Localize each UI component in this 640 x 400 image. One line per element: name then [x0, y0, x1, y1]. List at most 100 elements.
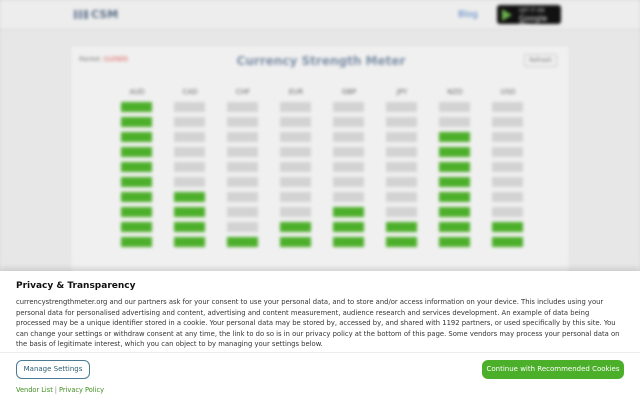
refresh-button[interactable]: Refresh — [524, 54, 557, 67]
strength-bar-segment — [386, 147, 417, 157]
strength-bar-segment — [280, 222, 311, 232]
consent-dialog: Privacy & Transparency currencystrengthm… — [0, 271, 640, 400]
strength-bar-segment — [280, 237, 311, 247]
strength-bar-segment — [121, 207, 152, 217]
continue-recommended-cookies-button[interactable]: Continue with Recommended Cookies — [482, 360, 624, 379]
strength-bar-segment — [280, 162, 311, 172]
strength-bar-segment — [174, 162, 205, 172]
strength-bar-segment — [333, 162, 364, 172]
link-separator: | — [54, 386, 58, 394]
strength-bar-segment — [333, 117, 364, 127]
strength-bar-segment — [492, 207, 523, 217]
strength-bar-segment — [227, 237, 258, 247]
strength-bar-segment — [174, 222, 205, 232]
strength-bar-segment — [121, 162, 152, 172]
strength-bar-segment — [386, 117, 417, 127]
strength-bar-segment — [492, 117, 523, 127]
google-play-big-text: Google Play — [519, 14, 548, 30]
strength-bar-segment — [121, 177, 152, 187]
strength-bar-segment — [386, 192, 417, 202]
strength-bar-segment — [386, 207, 417, 217]
currency-column-eur: EUR — [280, 88, 312, 252]
strength-bar-segment — [280, 117, 311, 127]
strength-bar-segment — [121, 102, 152, 112]
strength-bar-segment — [439, 117, 470, 127]
strength-bar-segment — [227, 147, 258, 157]
strength-bar-segment — [439, 177, 470, 187]
meter-title: Currency Strength Meter — [236, 54, 406, 68]
strength-bar-segment — [121, 222, 152, 232]
strength-bar-segment — [174, 192, 205, 202]
strength-bar-segment — [386, 102, 417, 112]
strength-bar-segment — [174, 177, 205, 187]
strength-bar-segment — [174, 117, 205, 127]
logo-bars-icon — [74, 10, 88, 19]
consent-links: Vendor List | Privacy Policy — [16, 386, 104, 394]
strength-bar-segment — [492, 162, 523, 172]
strength-meter-card: Market: CLOSED Currency Strength Meter R… — [70, 45, 570, 285]
strength-bar-segment — [280, 132, 311, 142]
strength-bar-segment — [386, 177, 417, 187]
logo-text: CSM — [91, 8, 119, 21]
currency-column-usd: USD — [492, 88, 524, 252]
strength-bar-segment — [333, 237, 364, 247]
currency-label: EUR — [288, 88, 304, 96]
strength-bar-segment — [439, 192, 470, 202]
site-logo[interactable]: CSM — [74, 8, 118, 21]
strength-bar-segment — [492, 132, 523, 142]
strength-bar-segment — [227, 117, 258, 127]
currency-label: CHF — [235, 88, 251, 96]
strength-bar-segment — [227, 207, 258, 217]
currency-label: NZD — [447, 88, 463, 96]
strength-bar-segment — [439, 237, 470, 247]
strength-bar-segment — [439, 222, 470, 232]
currency-column-nzd: NZD — [439, 88, 471, 252]
strength-bar-segment — [439, 162, 470, 172]
strength-bar-segment — [333, 207, 364, 217]
strength-bar-segment — [121, 147, 152, 157]
strength-bar-segment — [333, 222, 364, 232]
top-navigation-bar: CSM Blog GET IT ON Google Play — [0, 0, 640, 30]
manage-settings-button[interactable]: Manage Settings — [16, 360, 90, 379]
strength-bar-segment — [227, 222, 258, 232]
strength-bar-segment — [439, 102, 470, 112]
strength-bar-segment — [492, 147, 523, 157]
strength-bar-segment — [386, 162, 417, 172]
strength-bar-segment — [174, 237, 205, 247]
currency-column-aud: AUD — [121, 88, 153, 252]
strength-bar-segment — [439, 207, 470, 217]
play-store-icon — [502, 9, 512, 21]
strength-bar-segment — [333, 132, 364, 142]
strength-bar-segment — [280, 147, 311, 157]
vendor-list-link[interactable]: Vendor List — [16, 386, 53, 394]
currency-column-cad: CAD — [174, 88, 206, 252]
strength-bar-segment — [174, 102, 205, 112]
currency-label: JPY — [396, 88, 408, 96]
consent-divider — [0, 352, 640, 353]
currency-column-jpy: JPY — [386, 88, 418, 252]
strength-bar-segment — [386, 222, 417, 232]
google-play-badge[interactable]: GET IT ON Google Play — [497, 5, 561, 30]
currency-label: CAD — [182, 88, 198, 96]
currency-label: GBP — [341, 88, 357, 96]
strength-bar-segment — [333, 177, 364, 187]
currency-column-gbp: GBP — [333, 88, 365, 252]
strength-bar-segment — [280, 177, 311, 187]
strength-bar-segment — [439, 147, 470, 157]
strength-bar-segment — [386, 132, 417, 142]
strength-bar-segment — [280, 207, 311, 217]
strength-bar-segment — [492, 177, 523, 187]
strength-bar-segment — [121, 117, 152, 127]
strength-bar-segment — [227, 162, 258, 172]
strength-bar-segment — [174, 132, 205, 142]
strength-bar-segment — [333, 192, 364, 202]
strength-bar-segment — [121, 192, 152, 202]
strength-bar-segment — [333, 102, 364, 112]
strength-bar-segment — [386, 237, 417, 247]
strength-bar-segment — [439, 132, 470, 142]
blog-link[interactable]: Blog — [458, 10, 478, 20]
strength-bar-segment — [333, 147, 364, 157]
privacy-policy-link[interactable]: Privacy Policy — [59, 386, 104, 394]
currency-column-chf: CHF — [227, 88, 259, 252]
strength-bar-segment — [492, 237, 523, 247]
